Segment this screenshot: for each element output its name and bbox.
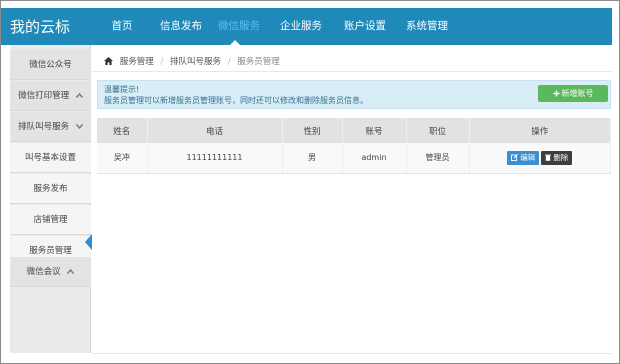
add-account-button[interactable]: 新增账号 [538,85,608,102]
sidebar-item-label: 店铺管理 [33,215,68,225]
delete-button[interactable]: 删除 [541,150,573,166]
sidebar-item-service-publish[interactable]: 服务发布 [10,174,91,204]
sidebar-item-queue-service[interactable]: 排队叫号服务 [10,112,91,142]
sidebar-item-label: 微信会议 [26,267,61,277]
sidebar-item-store-management[interactable]: 店铺管理 [10,205,91,235]
top-nav-bar: 我的云标 首页 信息发布 微信服务 企业服务 账户设置 系统管理 [1,8,612,45]
nav-home[interactable]: 首页 [101,8,143,45]
table-header-row: 姓名 电话 性别 账号 职位 操作 [97,118,611,143]
trash-icon [545,152,552,166]
nav-account-settings[interactable]: 账户设置 [337,8,393,45]
chevron-down-icon [75,112,83,142]
breadcrumb-item[interactable]: 服务管理 [120,57,154,67]
active-item-pointer-icon [85,234,92,250]
delete-label: 删除 [553,152,569,162]
column-header: 职位 [406,118,470,143]
active-nav-caret-icon [230,40,240,45]
sidebar-item-label: 微信打印管理 [18,91,70,101]
cell-phone: 11111111111 [147,143,283,174]
edit-button[interactable]: 编辑 [507,150,540,166]
sidebar-item-label: 服务发布 [33,184,68,194]
cell-position: 管理员 [406,143,470,174]
edit-label: 编辑 [520,152,536,162]
sidebar-item-label: 服务员管理 [29,246,72,256]
home-icon[interactable] [104,53,113,65]
column-header: 性别 [282,118,343,143]
notice-box: 温馨提示! 服务员管理可以新增服务员管理账号，同时还可以修改和删除服务员信息。 [97,80,611,109]
content-bottom-divider [92,353,612,354]
notice-title: 温馨提示! [104,85,140,94]
notice-text: 服务员管理可以新增服务员管理账号，同时还可以修改和删除服务员信息。 [104,96,368,105]
sidebar-item-label: 微信公众号 [29,60,72,70]
sidebar-item-queue-settings[interactable]: 叫号基本设置 [10,143,91,173]
breadcrumb-separator: / [160,57,164,67]
nav-info-publish[interactable]: 信息发布 [151,8,211,45]
add-account-label: 新增账号 [561,89,594,98]
cell-gender: 男 [282,143,343,174]
sidebar-item-wechat-official[interactable]: 微信公众号 [10,50,91,80]
cell-name: 吴冲 [97,143,148,174]
staff-table: 姓名 电话 性别 账号 职位 操作 吴冲 11111111111 男 admin… [97,118,611,174]
plus-icon [553,86,560,103]
sidebar: 微信公众号 微信打印管理 排队叫号服务 叫号基本设置 服务发布 店铺管理 服务员… [10,45,91,353]
sidebar-item-label: 叫号基本设置 [24,153,76,163]
nav-system-management[interactable]: 系统管理 [399,8,455,45]
chevron-up-icon [75,81,83,111]
table-row: 吴冲 11111111111 男 admin 管理员 编辑 删除 [97,143,611,174]
breadcrumb-item[interactable]: 排队叫号服务 [170,57,221,67]
breadcrumb-current: 服务员管理 [237,57,280,67]
breadcrumb-separator: / [227,57,231,67]
column-header: 电话 [147,118,283,143]
cell-account: admin [342,143,407,174]
nav-enterprise-service[interactable]: 企业服务 [273,8,329,45]
edit-icon [511,152,519,166]
column-header: 账号 [342,118,407,143]
sidebar-item-wechat-print[interactable]: 微信打印管理 [10,81,91,111]
sidebar-item-wechat-meeting[interactable]: 微信会议 [10,257,91,287]
breadcrumb: 服务管理 / 排队叫号服务 / 服务员管理 [92,52,612,72]
cell-actions: 编辑 删除 [469,143,611,174]
sidebar-item-label: 排队叫号服务 [18,122,70,132]
column-header: 操作 [469,118,611,143]
logo: 我的云标 [10,18,71,36]
column-header: 姓名 [97,118,148,143]
chevron-up-icon [67,257,75,287]
